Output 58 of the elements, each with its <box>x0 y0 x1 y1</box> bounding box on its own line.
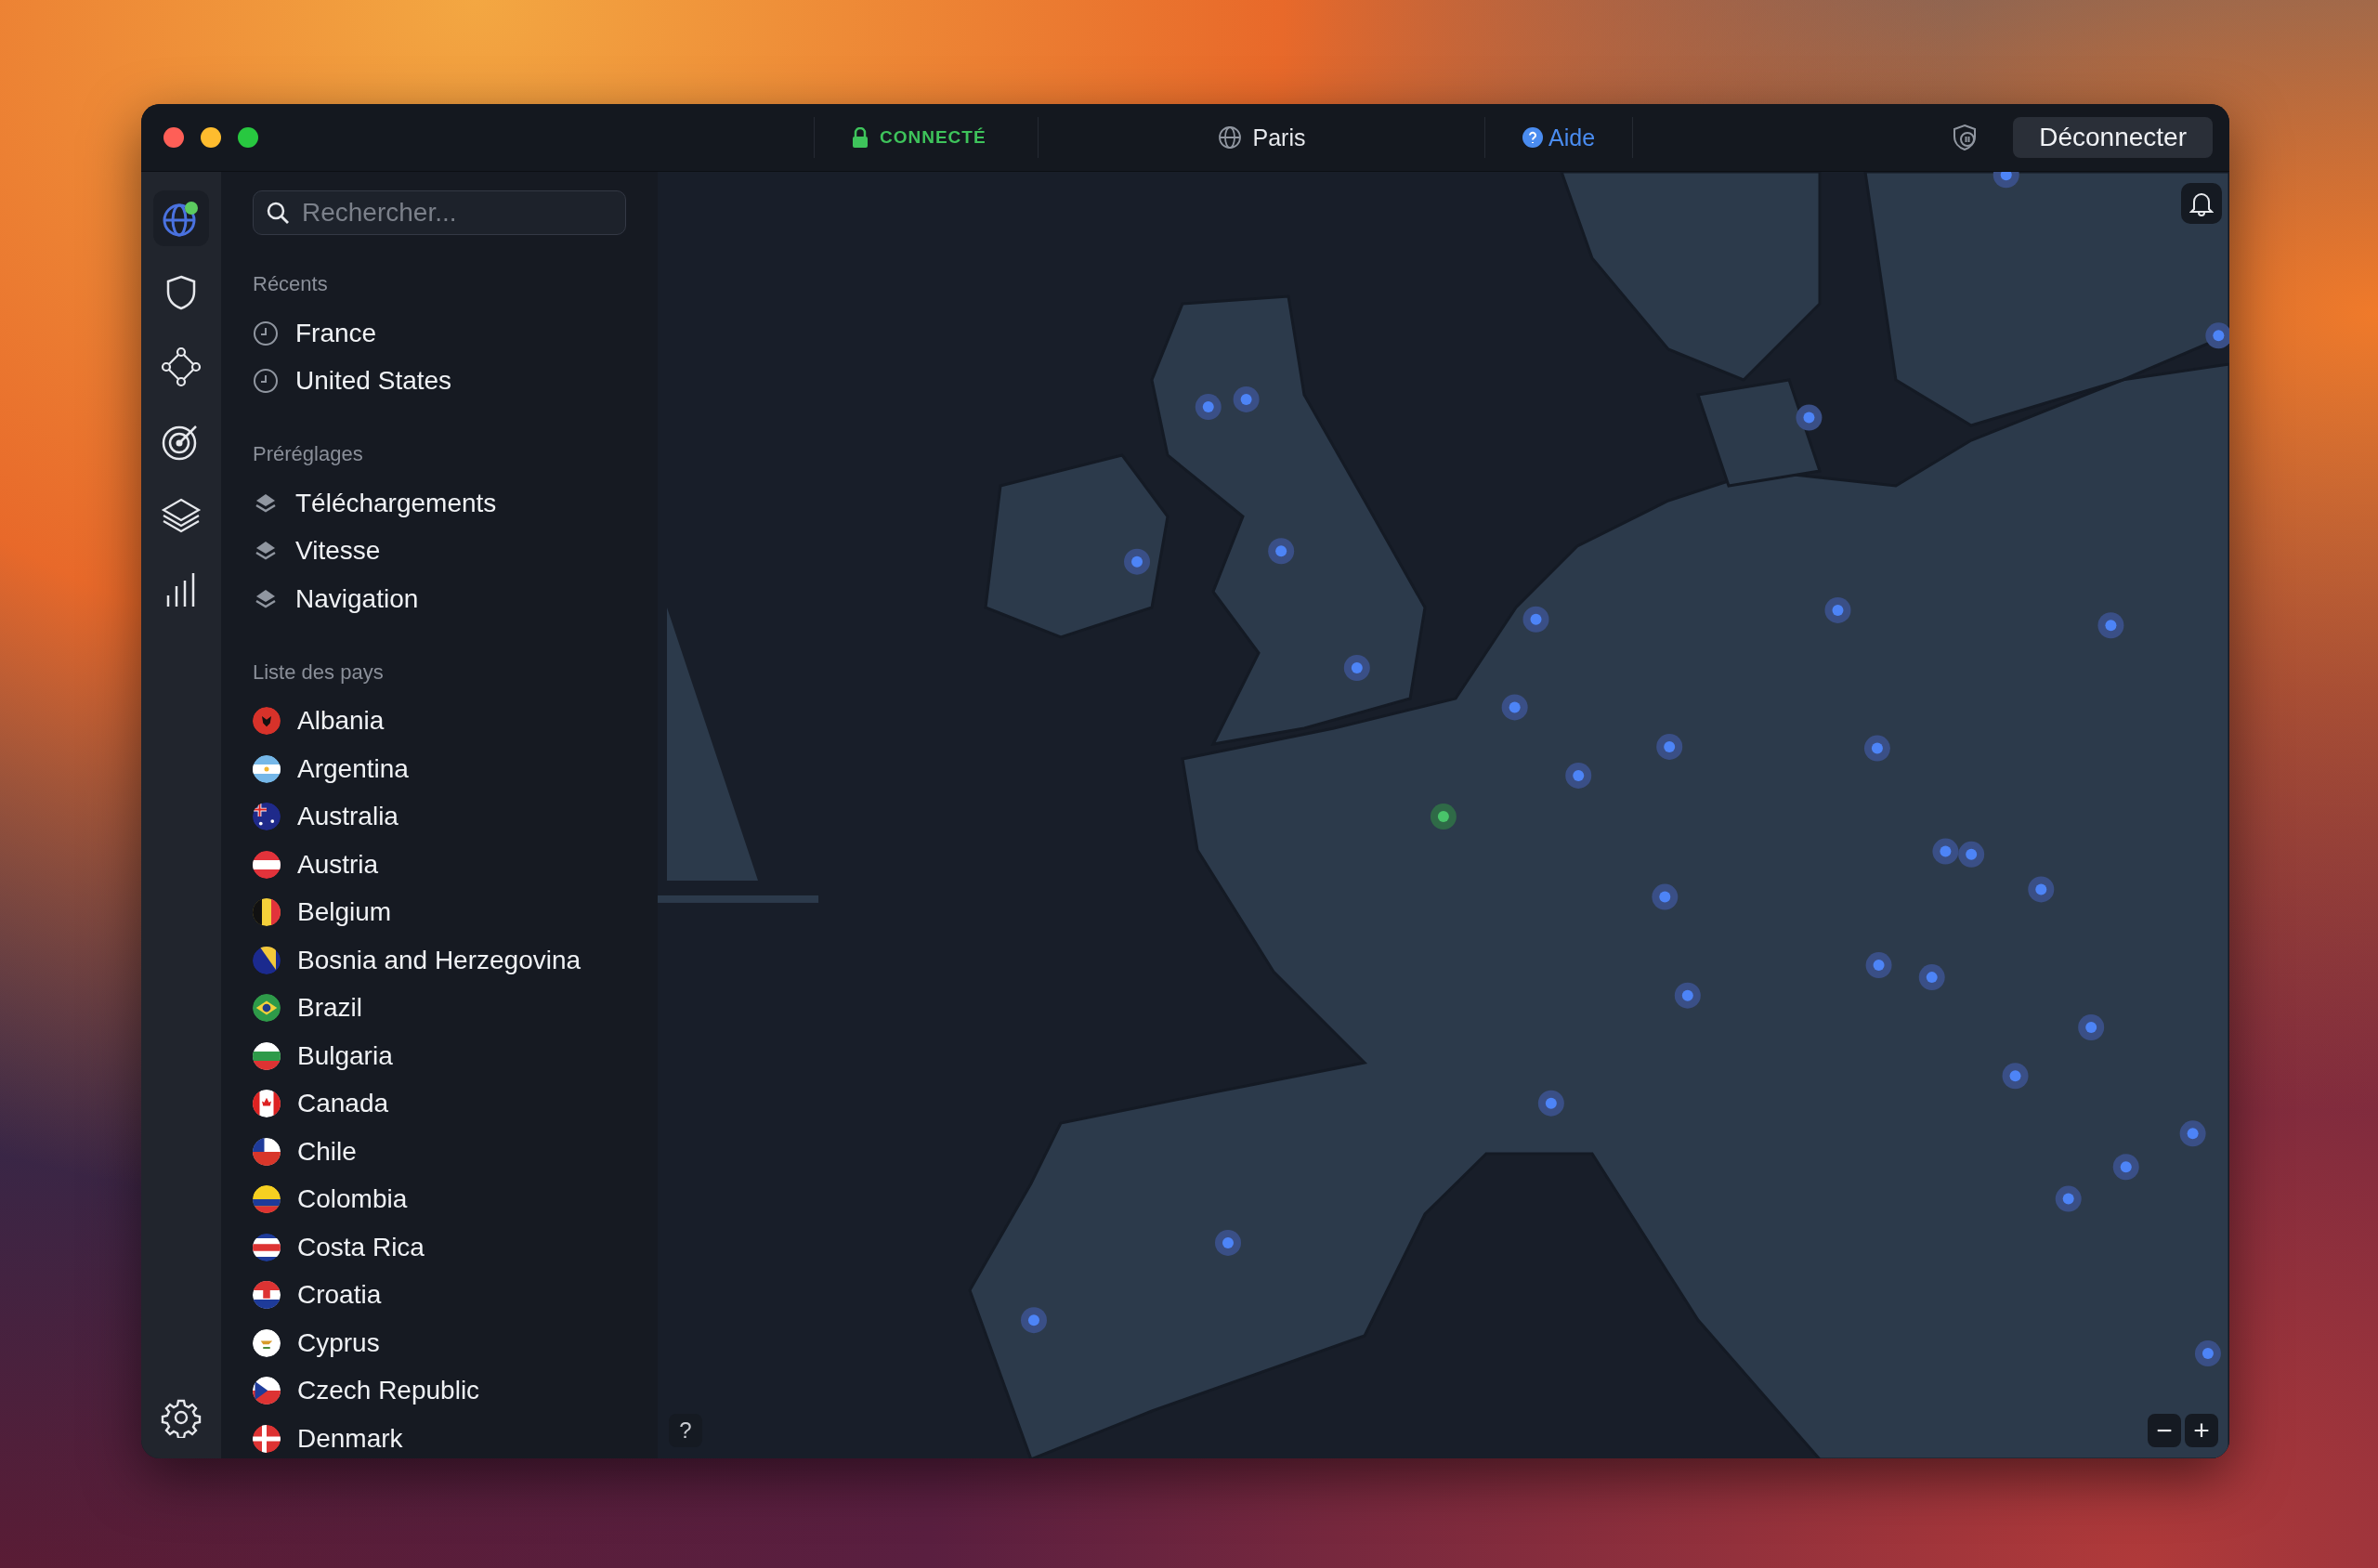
flag-icon <box>253 1281 281 1310</box>
zoom-out-button[interactable]: − <box>2148 1414 2181 1447</box>
flag-icon <box>253 707 281 736</box>
flag-icon <box>253 803 281 831</box>
flag-icon <box>253 1377 281 1405</box>
map-help-button[interactable]: ? <box>669 1414 702 1447</box>
flag-icon <box>253 754 281 783</box>
flag-icon <box>253 1137 281 1166</box>
notification-bell-icon[interactable] <box>2181 183 2222 224</box>
preset-item[interactable]: Navigation <box>295 575 419 623</box>
lock-icon <box>852 127 869 148</box>
flag-icon <box>253 1424 281 1453</box>
flag-icon <box>253 898 281 927</box>
flag-icon <box>253 1185 281 1214</box>
disconnect-button[interactable]: Déconnecter <box>2013 117 2213 158</box>
help-icon <box>1522 127 1543 148</box>
country-item[interactable]: Croatia <box>297 1271 382 1319</box>
clock-icon <box>253 320 279 346</box>
country-item[interactable]: Costa Rica <box>297 1223 425 1272</box>
country-item[interactable]: Bulgaria <box>297 1032 393 1080</box>
country-item[interactable]: Colombia <box>297 1175 408 1223</box>
search-field[interactable]: Rechercher... <box>253 190 626 235</box>
country-item[interactable]: Belgium <box>297 888 392 936</box>
help-link[interactable]: Aide <box>1522 124 1596 151</box>
section-heading: Liste des pays <box>253 660 385 685</box>
globe-icon[interactable] <box>153 190 209 246</box>
connection-status: CONNECTÉ <box>880 127 986 148</box>
preset-item[interactable]: Vitesse <box>295 527 381 575</box>
country-item[interactable]: Austria <box>297 841 379 889</box>
country-item[interactable]: Chile <box>297 1128 357 1176</box>
flag-icon <box>253 994 281 1023</box>
country-item[interactable]: Brazil <box>297 984 362 1032</box>
zoom-in-button[interactable]: + <box>2185 1414 2218 1447</box>
globe-icon <box>1217 125 1242 150</box>
clock-icon <box>253 368 279 395</box>
country-item[interactable]: Cyprus <box>297 1319 380 1367</box>
country-item[interactable]: Argentina <box>297 745 409 793</box>
flag-icon <box>253 1041 281 1070</box>
server-location: Paris <box>1252 124 1306 151</box>
recent-item[interactable]: France <box>295 309 377 358</box>
country-item[interactable]: Australia <box>297 792 399 841</box>
preset-item[interactable]: Téléchargements <box>295 479 497 528</box>
country-item[interactable]: Denmark <box>297 1415 403 1458</box>
flag-icon <box>253 1233 281 1261</box>
close-button[interactable] <box>163 127 184 148</box>
country-item[interactable]: Canada <box>297 1079 389 1128</box>
flag-icon <box>253 946 281 974</box>
section-heading: Préréglages <box>253 442 364 466</box>
flag-icon <box>253 850 281 879</box>
flag-icon <box>253 1328 281 1357</box>
zoom-button[interactable] <box>238 127 258 148</box>
flag-icon <box>253 1090 281 1118</box>
minimize-button[interactable] <box>201 127 221 148</box>
recent-item[interactable]: United States <box>295 357 452 405</box>
country-item[interactable]: Albania <box>297 697 385 745</box>
country-item[interactable]: Bosnia and Herzegovina <box>297 936 581 985</box>
country-item[interactable]: Czech Republic <box>297 1366 480 1415</box>
section-heading: Récents <box>253 272 329 296</box>
